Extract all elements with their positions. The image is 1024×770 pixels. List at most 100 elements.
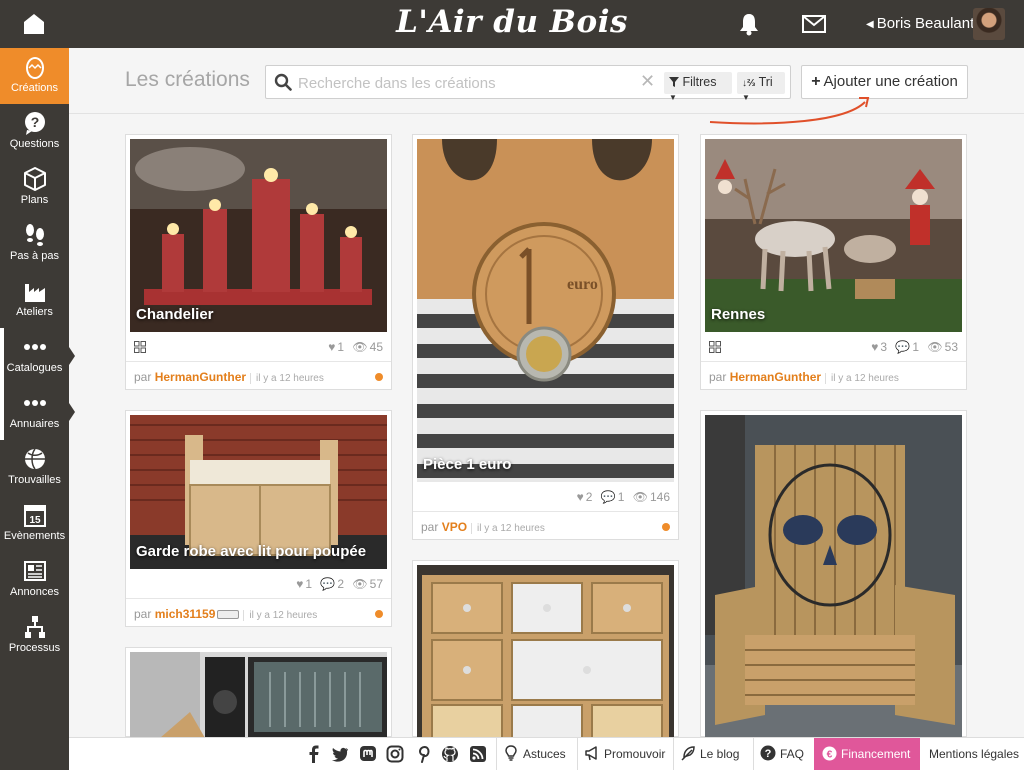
by-label: par — [709, 370, 727, 384]
comments-count: 1 — [617, 490, 625, 504]
clear-search-icon[interactable]: ✕ — [640, 71, 655, 92]
creation-card[interactable] — [700, 410, 967, 738]
creation-meta: par VPO il y a 12 heures — [413, 511, 678, 541]
creation-card[interactable]: Rennes ♥ 3 💬 1 👁 53 par HermanGunther il y a… — [700, 134, 967, 390]
status-dot — [375, 610, 383, 618]
creation-meta: par HermanGunther il y a 12 heures — [701, 361, 966, 391]
mail-icon[interactable] — [802, 14, 826, 34]
filters-label: Filtres — [682, 75, 717, 89]
sidebar-item-ateliers[interactable]: Ateliers — [0, 272, 69, 328]
sidebar-item-annuaires[interactable]: Annuaires — [0, 384, 75, 440]
heart-icon: ♥ — [576, 490, 584, 504]
footer-link-blog[interactable]: Le blog — [673, 738, 739, 770]
sidebar-item-processus[interactable]: Processus — [0, 608, 69, 664]
chevron-down-icon: ▼ — [669, 93, 677, 102]
sidebar-item-pas-a-pas[interactable]: Pas à pas — [0, 216, 69, 272]
creation-image[interactable] — [130, 139, 387, 332]
heart-icon: ♥ — [296, 577, 304, 591]
user-name: Boris Beaulant — [876, 15, 975, 32]
footer-link-funding[interactable]: € Financement — [814, 738, 920, 770]
sidebar-item-questions[interactable]: ? Questions — [0, 104, 69, 160]
sidebar: Créations ? Questions Plans Pas à pas At… — [0, 48, 75, 770]
cube-icon — [23, 167, 46, 191]
sidebar-item-plans[interactable]: Plans — [0, 160, 69, 216]
svg-text:euro: euro — [567, 276, 598, 293]
creation-card[interactable]: Garde robe avec lit pour poupée ♥ 1 💬 2 👁 5… — [125, 410, 392, 627]
timestamp: il y a 12 heures — [243, 610, 318, 621]
timestamp: il y a 12 heures — [825, 373, 899, 384]
euro-icon: € — [822, 746, 837, 761]
footer-link-label: FAQ — [780, 747, 805, 761]
twitter-icon[interactable] — [331, 745, 349, 763]
bell-icon[interactable] — [738, 12, 760, 36]
likes-count: 3 — [880, 340, 888, 354]
footer-link-label: Promouvoir — [604, 747, 666, 761]
creation-meta: par mich31159 il y a 12 heures — [126, 598, 391, 628]
likes-count: 2 — [585, 490, 593, 504]
footer: Astuces Promouvoir Le blog ? FAQ € Finan… — [69, 737, 1024, 770]
creation-card[interactable] — [125, 647, 392, 738]
sidebar-item-annonces[interactable]: Annonces — [0, 552, 69, 608]
creation-image[interactable] — [705, 415, 962, 738]
creation-image[interactable]: euro — [417, 139, 674, 482]
lightbulb-icon — [505, 745, 517, 761]
rss-icon[interactable] — [469, 745, 487, 763]
chevron-left-icon: ◀ — [866, 19, 874, 30]
sidebar-item-label: Créations — [10, 82, 59, 94]
comments-count: 2 — [337, 577, 345, 591]
dots-icon — [23, 344, 46, 350]
search-input[interactable] — [298, 72, 638, 94]
author-link[interactable]: HermanGunther — [730, 370, 821, 384]
author-link[interactable]: VPO — [442, 520, 467, 534]
footer-link-tips[interactable]: Astuces — [496, 738, 566, 770]
top-bar: L'Air du Bois ◀ Boris Beaulant — [0, 0, 1024, 48]
instagram-icon[interactable] — [386, 745, 404, 763]
creation-card[interactable] — [412, 560, 679, 738]
pinterest-icon[interactable] — [414, 745, 432, 763]
footer-link-promote[interactable]: Promouvoir — [577, 738, 665, 770]
globe-icon — [24, 448, 45, 470]
sidebar-item-trouvailles[interactable]: Trouvailles — [0, 440, 69, 496]
sort-icon: ↓⅔ — [742, 78, 756, 89]
creation-image[interactable] — [417, 565, 674, 738]
comment-icon: 💬 — [320, 577, 336, 591]
creation-title[interactable]: Rennes — [711, 306, 765, 323]
views-count: 57 — [369, 577, 383, 591]
creation-meta: par HermanGunther il y a 12 heures — [126, 361, 391, 391]
creation-stats: ♥ 2 💬 1 👁 146 — [572, 490, 670, 504]
creation-title[interactable]: Pièce 1 euro — [423, 456, 511, 473]
sidebar-item-label: Plans — [20, 194, 49, 206]
sidebar-item-creations[interactable]: Créations — [0, 48, 69, 104]
author-link[interactable]: mich31159 — [155, 607, 216, 621]
creation-card[interactable]: euro Pièce 1 euro ♥ 2 💬 1 👁 146 par VPO il y… — [412, 134, 679, 540]
user-menu[interactable]: ◀ Boris Beaulant — [866, 15, 974, 32]
sidebar-item-catalogues[interactable]: Catalogues — [0, 328, 75, 384]
expand-arrow-icon — [69, 347, 75, 365]
creation-card[interactable]: Chandelier ♥ 1 👁 45 par HermanGunther il y … — [125, 134, 392, 390]
footer-link-legal[interactable]: Mentions légales — [923, 738, 1019, 770]
views-count: 45 — [369, 340, 383, 354]
views-count: 53 — [944, 340, 958, 354]
eye-icon: 👁 — [927, 340, 943, 354]
comment-icon: 💬 — [600, 490, 616, 504]
avatar[interactable] — [973, 8, 1005, 40]
filters-button[interactable]: Filtres ▼ — [664, 72, 732, 102]
footer-link-faq[interactable]: ? FAQ — [753, 738, 804, 770]
github-icon[interactable] — [441, 745, 459, 763]
heart-icon: ♥ — [328, 340, 336, 354]
creation-image[interactable] — [130, 652, 387, 738]
sort-button[interactable]: ↓⅔ Tri ▼ — [737, 72, 785, 102]
timestamp: il y a 12 heures — [250, 373, 324, 384]
egg-icon — [25, 57, 44, 79]
creation-title[interactable]: Garde robe avec lit pour poupée — [136, 543, 366, 560]
author-link[interactable]: HermanGunther — [155, 370, 246, 384]
facebook-icon[interactable] — [305, 745, 323, 763]
creation-title[interactable]: Chandelier — [136, 306, 214, 323]
creation-image[interactable] — [705, 139, 962, 332]
expand-arrow-icon — [69, 403, 75, 421]
sidebar-item-evenements[interactable]: 15 Evènements — [0, 496, 69, 552]
mastodon-icon[interactable] — [359, 745, 377, 763]
by-label: par — [421, 520, 439, 534]
grid-icon — [709, 341, 721, 353]
question-icon: ? — [24, 112, 45, 135]
